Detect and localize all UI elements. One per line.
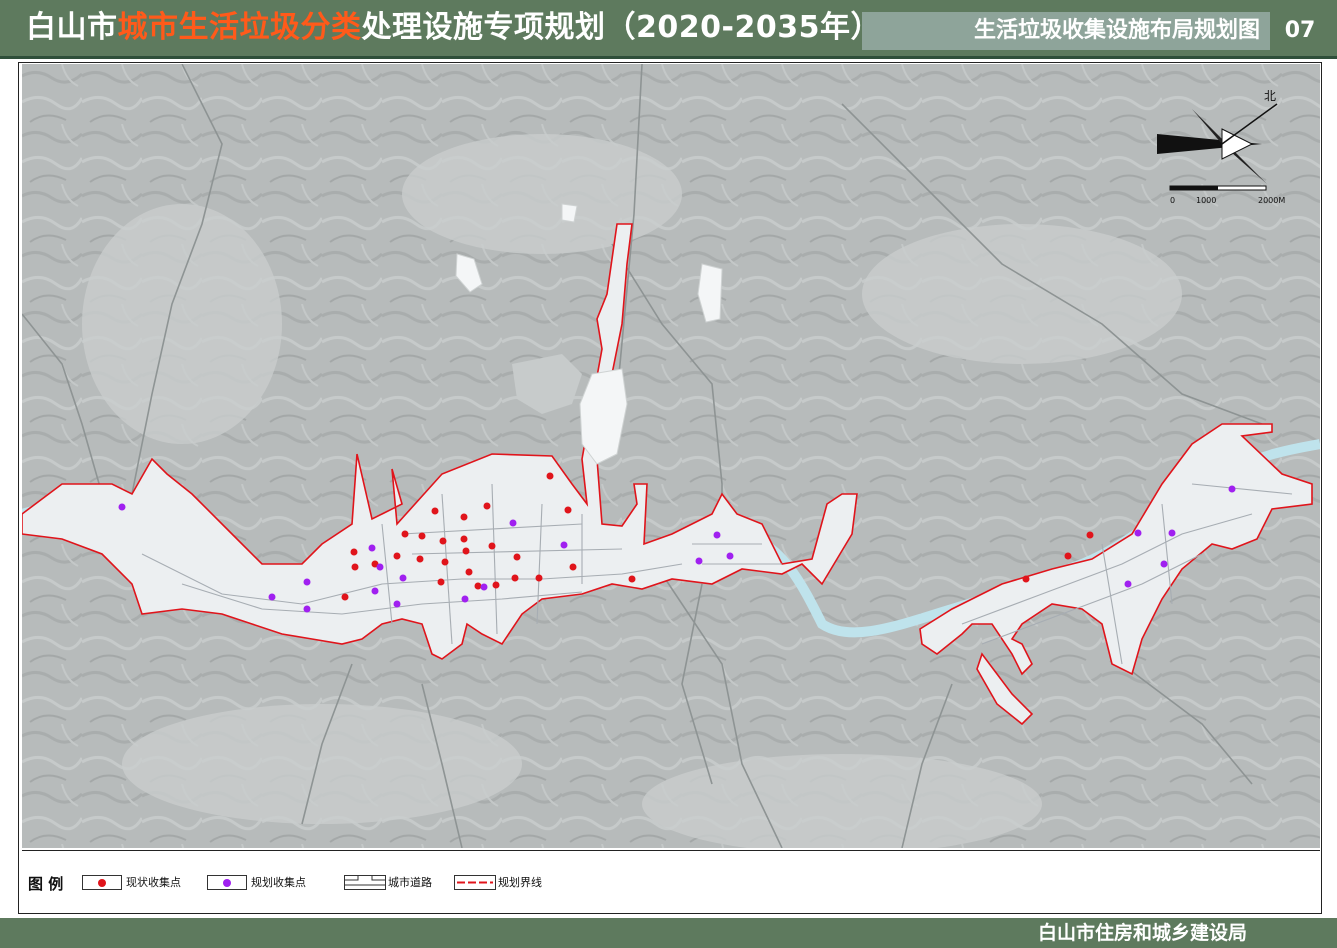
existing-point	[628, 575, 636, 583]
planned-point	[713, 531, 721, 539]
existing-point	[341, 593, 349, 601]
legend-label-road: 城市道路	[388, 876, 432, 889]
planned-point	[1134, 529, 1142, 537]
planned-point	[560, 541, 568, 549]
planned-point	[1160, 560, 1168, 568]
planned-point	[1228, 485, 1236, 493]
scale-label-1000: 1000	[1196, 196, 1216, 205]
existing-point	[437, 578, 445, 586]
scale-label-0: 0	[1170, 196, 1175, 205]
road-icon	[344, 875, 386, 890]
map-svg: 北 0 1000 2000M	[22, 64, 1320, 848]
subtitle-box: 生活垃圾收集设施布局规划图	[862, 12, 1270, 50]
title-rest: 处理设施专项规划（2020-2035年）	[361, 10, 881, 45]
planned-point	[1124, 580, 1132, 588]
header-divider	[0, 56, 1337, 59]
planned-point	[461, 595, 469, 603]
legend-label-planned: 规划收集点	[251, 876, 306, 889]
planned-point	[1168, 529, 1176, 537]
footer-bar: 白山市住房和城乡建设局	[0, 918, 1337, 948]
scale-label-2000: 2000M	[1258, 196, 1285, 205]
legend-label-existing: 现状收集点	[126, 876, 181, 889]
existing-point	[462, 547, 470, 555]
planned-point	[726, 552, 734, 560]
planned-point	[368, 544, 376, 552]
existing-point	[569, 563, 577, 571]
existing-point	[483, 502, 491, 510]
existing-point	[1022, 575, 1030, 583]
map-legend: 图 例 现状收集点 规划收集点 城市道路 规划界线	[22, 850, 1320, 911]
planned-point	[509, 519, 517, 527]
purple-dot-icon	[207, 875, 247, 890]
page-number: 07	[1274, 12, 1326, 50]
title-city: 白山市	[26, 10, 118, 45]
existing-point	[418, 532, 426, 540]
page-title: 白山市城市生活垃圾分类处理设施专项规划（2020-2035年）	[26, 6, 881, 50]
planned-point	[376, 563, 384, 571]
issuer-label: 白山市住房和城乡建设局	[1037, 922, 1247, 944]
map-canvas: 北 0 1000 2000M	[22, 64, 1320, 848]
existing-point	[350, 548, 358, 556]
planned-point	[118, 503, 126, 511]
existing-point	[513, 553, 521, 561]
legend-title: 图 例	[28, 875, 64, 893]
planned-point	[371, 587, 379, 595]
existing-point	[439, 537, 447, 545]
existing-point	[488, 542, 496, 550]
existing-point	[1086, 531, 1094, 539]
existing-point	[393, 552, 401, 560]
north-label: 北	[1264, 89, 1276, 103]
existing-point	[441, 558, 449, 566]
planned-point	[303, 605, 311, 613]
planned-point	[393, 600, 401, 608]
existing-point	[474, 582, 482, 590]
red-dot-icon	[82, 875, 122, 890]
legend-label-boundary: 规划界线	[498, 876, 542, 889]
title-highlight: 城市生活垃圾分类	[117, 10, 362, 45]
existing-point	[535, 574, 543, 582]
planned-point	[480, 583, 488, 591]
map-subtitle: 生活垃圾收集设施布局规划图	[973, 18, 1260, 43]
existing-point	[511, 574, 519, 582]
planned-point	[303, 578, 311, 586]
existing-point	[416, 555, 424, 563]
planned-point	[399, 574, 407, 582]
existing-point	[492, 581, 500, 589]
existing-point	[460, 535, 468, 543]
existing-point	[460, 513, 468, 521]
planned-point	[695, 557, 703, 565]
existing-point	[465, 568, 473, 576]
existing-point	[546, 472, 554, 480]
existing-point	[401, 530, 409, 538]
planned-point	[268, 593, 276, 601]
existing-point	[431, 507, 439, 515]
existing-point	[564, 506, 572, 514]
boundary-line-icon	[454, 875, 496, 890]
existing-point	[351, 563, 359, 571]
existing-point	[1064, 552, 1072, 560]
